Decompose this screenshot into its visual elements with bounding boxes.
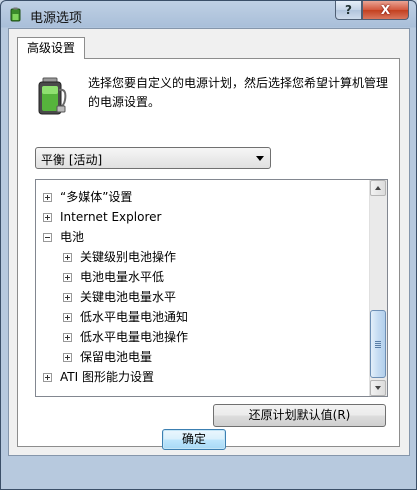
advanced-settings-panel: 选择您要自定义的电源计划，然后选择您希望计算机管理的电源设置。 平衡 [活动] …: [17, 58, 400, 447]
tree-node-label: “多媒体”设置: [60, 190, 133, 204]
power-plan-dropdown[interactable]: 平衡 [活动]: [35, 147, 271, 169]
expand-plus-icon[interactable]: [63, 253, 72, 262]
battery-plug-icon: [38, 77, 67, 115]
help-button[interactable]: ?: [335, 1, 362, 20]
expand-plus-icon[interactable]: [63, 313, 72, 322]
settings-tree[interactable]: “多媒体”设置 Internet Explorer 电池关键级别电池操作 电池电量水平…: [35, 179, 388, 397]
dialog-client-area: 高级设置 选择您要自定义的电源计划，然后选择您希望计算机管理的电源设置。 平衡 …: [8, 28, 410, 456]
vertical-scrollbar[interactable]: [369, 180, 387, 396]
tree-node-label: 电池电量水平低: [80, 270, 165, 284]
dialog-window: 电源选项 ? X 高级设置 选择您要自定义的电源计划，然后选择您希望计算机管理的…: [0, 0, 417, 490]
tree-node[interactable]: 电池电量水平低: [36, 267, 366, 287]
tree-node[interactable]: 电池: [36, 227, 366, 247]
expand-plus-icon[interactable]: [43, 193, 52, 202]
expand-plus-icon[interactable]: [63, 273, 72, 282]
expand-plus-icon[interactable]: [43, 213, 52, 222]
window-title: 电源选项: [30, 11, 83, 26]
expand-plus-icon[interactable]: [63, 353, 72, 362]
tree-node[interactable]: ATI 图形能力设置: [36, 367, 366, 387]
dropdown-arrow-icon: [256, 156, 264, 161]
power-options-icon: [10, 7, 21, 22]
tree-node-label: 保留电池电量: [80, 350, 153, 364]
grip-icon: [375, 341, 381, 348]
collapse-minus-icon[interactable]: [43, 233, 52, 242]
tree-node-label: 低水平电量电池操作: [80, 330, 189, 344]
tab-advanced-settings[interactable]: 高级设置: [17, 37, 85, 59]
tree-node-label: 关键电池电量水平: [80, 290, 177, 304]
tree-node-label: 电池: [60, 230, 85, 244]
tree-node[interactable]: Internet Explorer: [36, 207, 366, 227]
power-plan-value: 平衡 [活动]: [41, 153, 103, 167]
tree-node-label: ATI 图形能力设置: [60, 370, 154, 384]
expand-plus-icon[interactable]: [63, 293, 72, 302]
title-bar[interactable]: 电源选项 ? X: [1, 1, 416, 29]
tree-node[interactable]: 保留电池电量: [36, 347, 366, 367]
tree-node-label: 低水平电量电池通知: [80, 310, 189, 324]
scroll-thumb[interactable]: [370, 310, 386, 378]
scroll-up-button[interactable]: [370, 180, 386, 196]
tree-node[interactable]: 低水平电量电池操作: [36, 327, 366, 347]
tree-node[interactable]: “多媒体”设置: [36, 187, 366, 207]
tree-node-label: 关键级别电池操作: [80, 250, 177, 264]
tree-node[interactable]: 关键级别电池操作: [36, 247, 366, 267]
expand-plus-icon[interactable]: [43, 373, 52, 382]
restore-defaults-button[interactable]: 还原计划默认值(R): [213, 404, 386, 427]
ok-button[interactable]: 确定: [162, 429, 226, 450]
tree-node[interactable]: 低水平电量电池通知: [36, 307, 366, 327]
tree-node-label: Internet Explorer: [60, 210, 162, 224]
expand-plus-icon[interactable]: [63, 333, 72, 342]
tree-node[interactable]: 关键电池电量水平: [36, 287, 366, 307]
close-button[interactable]: X: [362, 1, 409, 20]
scroll-down-button[interactable]: [370, 380, 386, 396]
description-text: 选择您要自定义的电源计划，然后选择您希望计算机管理的电源设置。: [88, 76, 389, 109]
